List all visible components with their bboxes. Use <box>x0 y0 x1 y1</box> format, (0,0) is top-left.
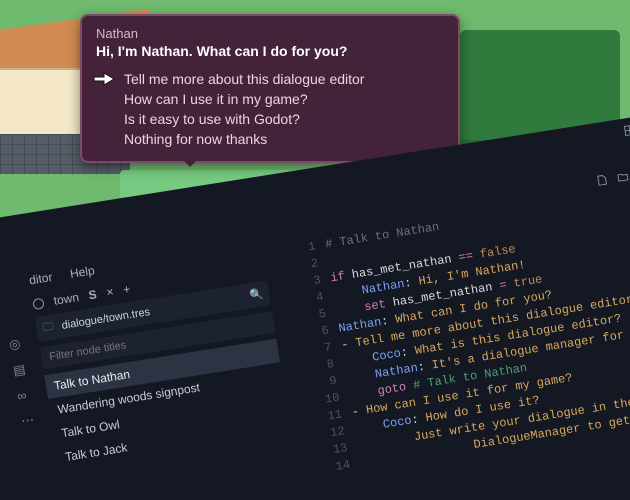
dialogue-box: Nathan Hi, I'm Nathan. What can I do for… <box>80 14 460 163</box>
menu-help[interactable]: Help <box>69 263 96 281</box>
view-tab-2d[interactable]: 2D <box>624 120 630 136</box>
add-tab-icon[interactable]: + <box>122 282 131 297</box>
pointer-hand-icon <box>92 71 116 87</box>
screenshot: Nathan Hi, I'm Nathan. What can I do for… <box>0 0 630 500</box>
editor-left-panel: ditor Help town S × + 🗀 🔍 <box>28 237 291 470</box>
dialogue-option-label: Nothing for now thanks <box>124 131 267 147</box>
dialogue-options: Tell me more about this dialogue editor H… <box>96 69 444 149</box>
search-icon[interactable]: 🔍 <box>249 287 265 302</box>
editor-sidebar-icons: ◎ ▤ ∞ ⋯ <box>8 336 35 430</box>
eye-icon[interactable]: ◎ <box>8 336 23 354</box>
dialogue-option[interactable]: Is it easy to use with Godot? <box>96 109 444 129</box>
dialogue-option-label: Tell me more about this dialogue editor <box>124 71 364 87</box>
file-icon[interactable] <box>596 174 609 190</box>
dialogue-option[interactable]: Nothing for now thanks <box>96 129 444 149</box>
menu-editor[interactable]: ditor <box>28 270 53 287</box>
dialogue-option-label: How can I use it in my game? <box>124 91 308 107</box>
grid-icon <box>624 123 630 136</box>
dialogue-option[interactable]: How can I use it in my game? <box>96 89 444 109</box>
layers-icon[interactable]: ▤ <box>12 361 27 379</box>
dialogue-option-label: Is it easy to use with Godot? <box>124 111 300 127</box>
file-tab-current[interactable]: town <box>53 290 80 308</box>
code-editor[interactable]: 1# Talk to Nathan23if has_met_nathan == … <box>294 160 630 476</box>
dots-icon[interactable]: ⋯ <box>20 412 35 430</box>
folder-small-icon: 🗀 <box>41 317 55 337</box>
dialogue-text: Hi, I'm Nathan. What can I do for you? <box>96 43 444 59</box>
record-icon <box>32 297 45 310</box>
dialogue-speaker: Nathan <box>96 26 444 41</box>
bold-s-icon[interactable]: S <box>88 287 98 302</box>
close-icon[interactable]: × <box>105 285 114 300</box>
link-icon[interactable]: ∞ <box>16 387 31 404</box>
dialogue-option[interactable]: Tell me more about this dialogue editor <box>96 69 444 89</box>
editor-file-toolbar <box>596 164 630 189</box>
folder-icon[interactable] <box>617 171 630 187</box>
